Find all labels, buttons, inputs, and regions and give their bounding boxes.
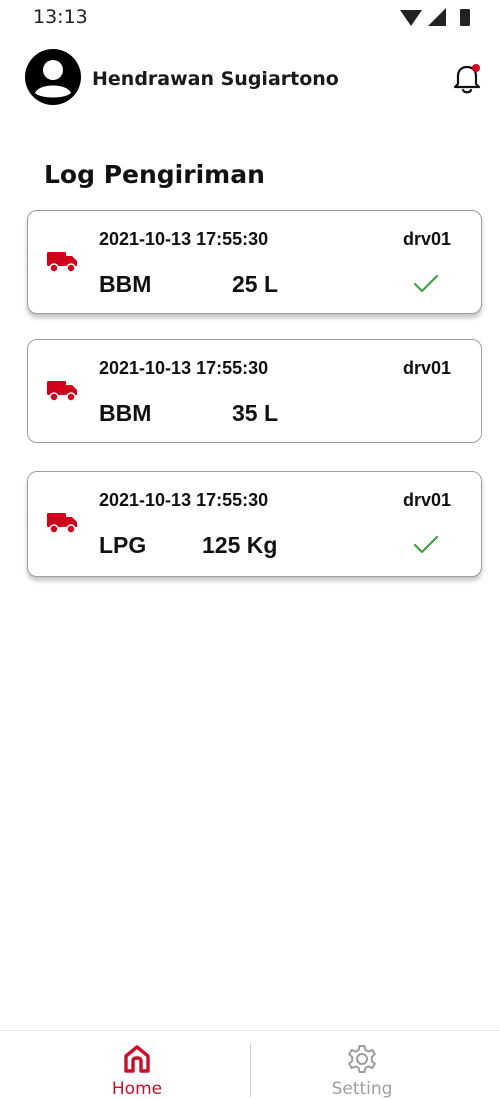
log-datetime: 2021-10-13 17:55:30 [99, 490, 269, 510]
app-header: Hendrawan Sugiartono [0, 46, 500, 110]
log-quantity: 35 L [232, 400, 279, 426]
log-type: BBM [99, 271, 152, 297]
nav-label-home: Home [111, 1079, 163, 1099]
nav-home[interactable]: Home [37, 1031, 237, 1099]
check-icon [413, 274, 439, 293]
log-quantity: 25 L [232, 271, 279, 297]
user-name: Hendrawan Sugiartono [92, 68, 339, 90]
check-icon [413, 535, 439, 554]
log-type: BBM [99, 400, 152, 426]
log-datetime: 2021-10-13 17:55:30 [99, 229, 269, 249]
status-time: 13:13 [33, 6, 88, 28]
notification-dot [472, 64, 480, 72]
wifi-icon [400, 10, 422, 26]
user-avatar-icon[interactable] [25, 49, 81, 105]
truck-icon [47, 381, 77, 402]
nav-label-setting: Setting [331, 1079, 393, 1099]
status-bar: 13:13 [0, 0, 500, 34]
log-driver: drv01 [402, 490, 451, 510]
bell-icon[interactable] [452, 62, 482, 94]
nav-divider [250, 1043, 251, 1097]
home-icon [124, 1045, 150, 1073]
truck-icon [47, 513, 77, 534]
battery-icon [460, 9, 470, 26]
log-card[interactable]: 2021-10-13 17:55:30 drv01 BBM 35 L [27, 339, 482, 443]
log-type: LPG [99, 532, 147, 558]
page-title: Log Pengiriman [44, 160, 265, 189]
signal-icon [428, 8, 446, 26]
log-driver: drv01 [402, 229, 451, 249]
log-driver: drv01 [402, 358, 451, 378]
truck-icon [47, 252, 77, 273]
nav-setting[interactable]: Setting [262, 1031, 462, 1099]
gear-icon [348, 1045, 376, 1073]
bottom-nav: Home Setting [0, 1030, 500, 1099]
log-card[interactable]: 2021-10-13 17:55:30 drv01 BBM 25 L [27, 210, 482, 314]
log-datetime: 2021-10-13 17:55:30 [99, 358, 269, 378]
status-icons [400, 8, 470, 26]
log-card[interactable]: 2021-10-13 17:55:30 drv01 LPG 125 Kg [27, 471, 482, 577]
log-quantity: 125 Kg [202, 532, 278, 558]
